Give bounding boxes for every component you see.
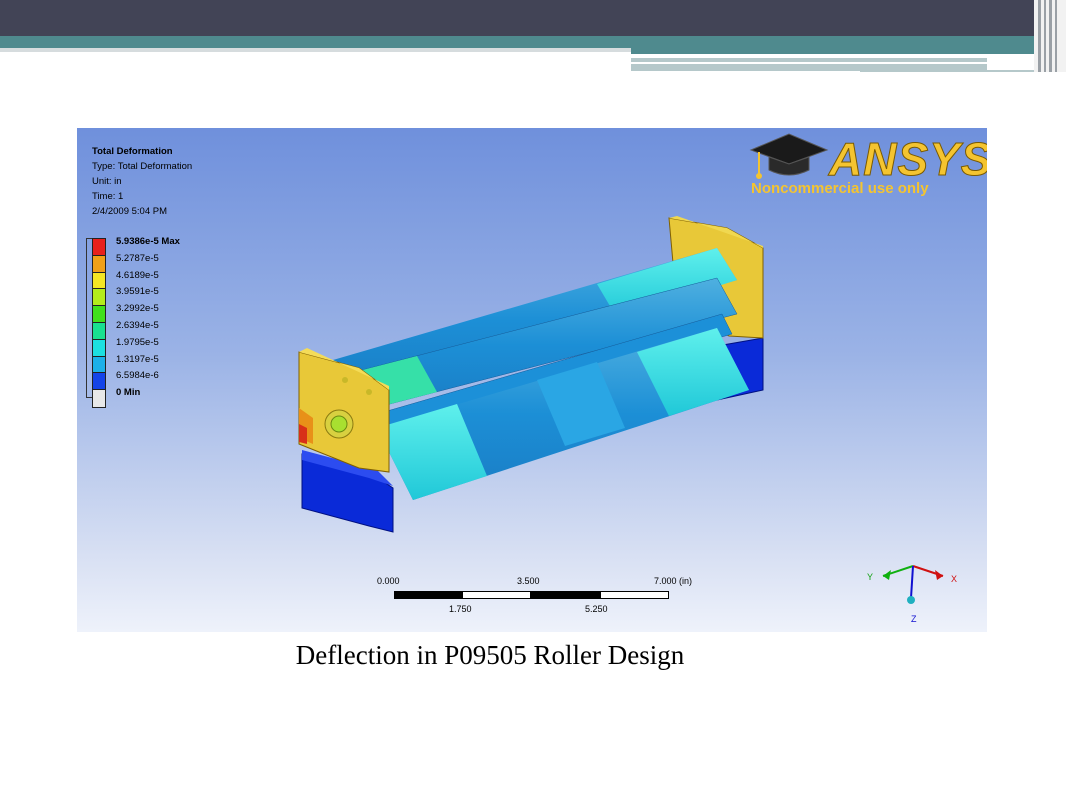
roller-assembly-model — [298, 216, 764, 533]
header-teal-accent — [631, 48, 1034, 54]
scale-label-0: 0.000 — [377, 576, 400, 586]
header-side-bars — [1034, 0, 1066, 72]
scale-label-3500: 3.500 — [517, 576, 540, 586]
triad-y-label: Y — [867, 572, 873, 582]
scale-label-7000: 7.000 (in) — [654, 576, 693, 586]
header-light-rule — [0, 48, 631, 52]
scale-label-5250: 5.250 — [585, 604, 608, 614]
ansys-viewport: Total Deformation Type: Total Deformatio… — [77, 128, 987, 632]
scale-segment-4 — [600, 591, 669, 599]
header-dark-band — [0, 0, 1034, 36]
slide-caption: Deflection in P09505 Roller Design — [295, 640, 685, 670]
scale-segment-1 — [394, 591, 462, 599]
axis-triad-icon: X Y Z — [867, 565, 957, 624]
header-gray-rule-3 — [860, 70, 1034, 72]
scale-segment-3 — [531, 591, 600, 599]
scale-bar: 0.000 3.500 7.000 (in) 1.750 5.250 — [377, 576, 707, 626]
triad-z-label: Z — [911, 614, 917, 624]
header-gray-rule-1 — [631, 58, 987, 62]
scale-segment-2 — [462, 591, 531, 599]
triad-x-label: X — [951, 574, 957, 584]
header-teal-band — [0, 36, 1034, 48]
scale-label-1750: 1.750 — [449, 604, 472, 614]
